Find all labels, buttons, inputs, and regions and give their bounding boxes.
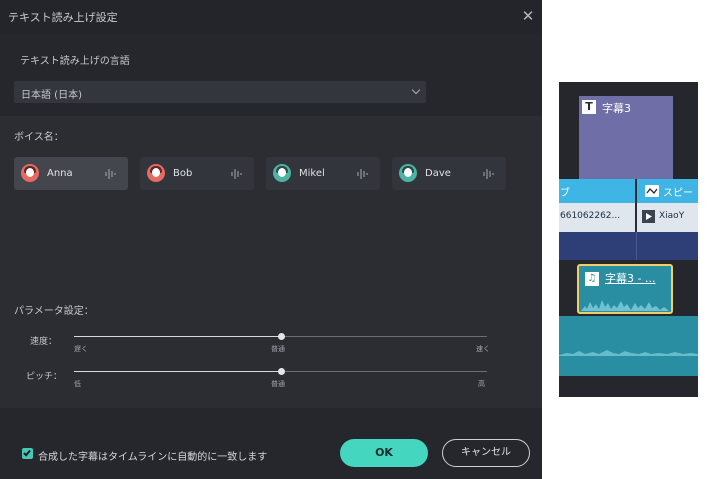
language-selected-value: 日本語 (日本): [21, 90, 82, 101]
language-section: テキスト読み上げの言語 日本語 (日本): [0, 33, 542, 116]
dialog-titlebar: テキスト読み上げ設定 ✕: [0, 0, 542, 33]
text-icon: T: [582, 100, 596, 114]
title-clip-label: 字幕3: [602, 102, 631, 115]
pitch-slider-thumb[interactable]: [278, 368, 285, 375]
voice-card-bob[interactable]: Bob: [140, 157, 254, 190]
speed-mid-label: 普通: [271, 345, 285, 353]
effect-clip2-label: スピー: [663, 188, 693, 199]
video-clip-label: 661062262...: [560, 211, 621, 221]
voice-name: Dave: [425, 168, 451, 179]
voice-name: Anna: [47, 168, 73, 179]
play-icon: [642, 210, 655, 223]
voice-card-anna[interactable]: Anna: [14, 157, 128, 190]
voice-preview-icon[interactable]: [354, 168, 370, 180]
effect-clip-label: ブ: [560, 188, 570, 199]
speed-max-label: 速く: [476, 345, 490, 353]
male-avatar-icon: [273, 164, 291, 182]
speed-slider-thumb[interactable]: [278, 333, 285, 340]
pitch-mid-label: 普通: [271, 380, 285, 388]
cancel-button[interactable]: キャンセル: [442, 439, 530, 467]
female-avatar-icon: [147, 164, 165, 182]
language-label: テキスト読み上げの言語: [20, 56, 130, 67]
pitch-min-label: 低: [74, 380, 81, 388]
audio-clip-selected[interactable]: ♫ 字幕3 - ...: [577, 264, 673, 314]
voice-preview-icon[interactable]: [480, 168, 496, 180]
video-clip2-label: XiaoY: [659, 211, 685, 221]
ok-button[interactable]: OK: [340, 439, 428, 467]
language-dropdown[interactable]: 日本語 (日本): [14, 81, 426, 103]
male-avatar-icon: [399, 164, 417, 182]
tts-settings-dialog: テキスト読み上げ設定 ✕ テキスト読み上げの言語 日本語 (日本) ボイス名： …: [0, 0, 542, 479]
pitch-label: ピッチ：: [26, 372, 63, 382]
speed-label: 速度：: [30, 337, 58, 347]
checkmark-icon: [23, 448, 31, 457]
speed-slider-fill: [74, 336, 281, 337]
dialog-footer: 合成した字幕はタイムラインに自動的に一致します OK キャンセル: [0, 408, 542, 479]
auto-match-label[interactable]: 合成した字幕はタイムラインに自動的に一致します: [38, 448, 267, 463]
voice-preview-icon[interactable]: [102, 168, 118, 180]
effect-track[interactable]: ブ スピー: [559, 179, 698, 203]
audio-track[interactable]: [559, 316, 698, 376]
music-note-icon: ♫: [585, 272, 599, 286]
auto-match-checkbox[interactable]: [22, 448, 33, 459]
voice-name-label: ボイス名：: [14, 132, 64, 143]
title-clip[interactable]: T 字幕3: [579, 96, 673, 179]
pitch-max-label: 高: [478, 380, 485, 388]
speed-min-label: 遅く: [74, 345, 88, 353]
voice-name: Bob: [173, 168, 193, 179]
female-avatar-icon: [21, 164, 39, 182]
audio-waveform: [581, 300, 669, 311]
voice-card-mikel[interactable]: Mikel: [266, 157, 380, 190]
timeline-panel: T 字幕3 ブ スピー 661062262... XiaoY ♫ 字幕3 - .…: [559, 82, 698, 397]
audio-waveform: [559, 350, 698, 356]
voice-card-dave[interactable]: Dave: [392, 157, 506, 190]
chevron-down-icon: [411, 85, 421, 95]
close-icon[interactable]: ✕: [518, 6, 538, 26]
parameters-label: パラメータ設定：: [14, 306, 94, 317]
video-thumbnail-track[interactable]: [559, 232, 698, 260]
dialog-title: テキスト読み上げ設定: [8, 11, 118, 24]
voice-name: Mikel: [299, 168, 325, 179]
audio-clip-label: 字幕3 - ...: [605, 272, 656, 285]
video-track[interactable]: 661062262... XiaoY: [559, 203, 698, 232]
pitch-slider-fill: [74, 371, 281, 372]
speed-wave-icon: [645, 185, 659, 197]
voice-preview-icon[interactable]: [228, 168, 244, 180]
